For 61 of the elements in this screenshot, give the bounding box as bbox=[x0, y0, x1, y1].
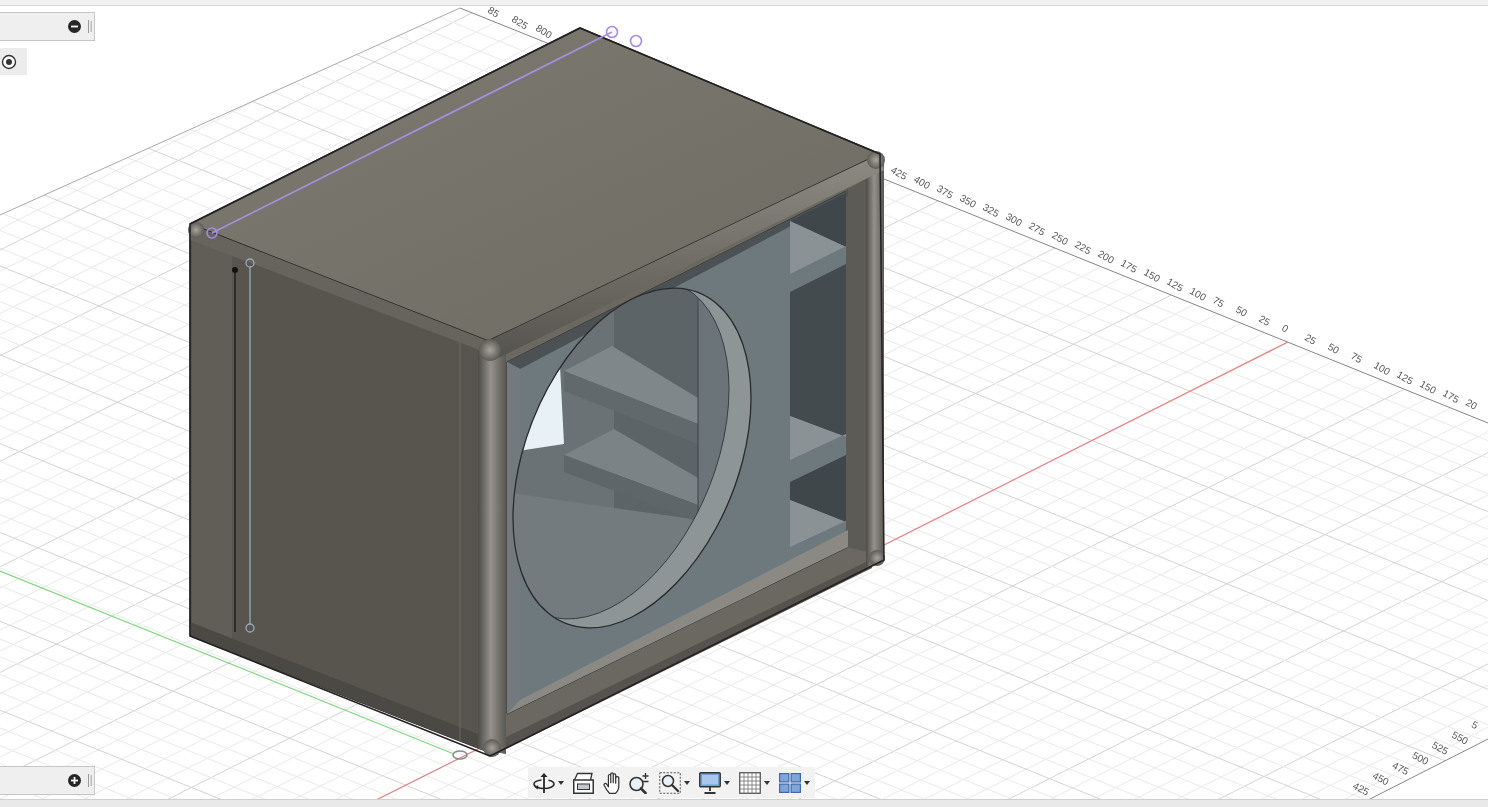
ruler-label: 800 bbox=[533, 22, 554, 41]
orbit-icon[interactable] bbox=[533, 771, 555, 794]
monitor-icon[interactable] bbox=[699, 771, 721, 794]
plus-circle-icon[interactable] bbox=[68, 774, 81, 787]
ruler-label: 25 bbox=[1257, 313, 1273, 329]
ruler-label: 75 bbox=[1349, 350, 1365, 366]
ruler-label: 450 bbox=[1370, 769, 1391, 788]
minus-circle-icon[interactable] bbox=[68, 20, 81, 33]
grip-icon[interactable] bbox=[88, 774, 92, 787]
ruler-label: 175 bbox=[1119, 257, 1139, 276]
ruler-label: 425 bbox=[889, 164, 909, 183]
ruler-label: 150 bbox=[1142, 266, 1162, 285]
ruler-label: 50 bbox=[1326, 340, 1342, 356]
caret-icon[interactable] bbox=[684, 780, 690, 785]
hand-icon[interactable] bbox=[603, 771, 620, 794]
ruler-label: 225 bbox=[1073, 238, 1093, 257]
grip-icon[interactable] bbox=[88, 20, 92, 33]
ruler-label: 325 bbox=[981, 201, 1001, 220]
ruler-label: 200 bbox=[1096, 247, 1116, 266]
grid-icon[interactable] bbox=[739, 771, 761, 794]
ruler-label: 75 bbox=[1211, 294, 1227, 310]
ruler-label: 500 bbox=[1410, 749, 1431, 767]
ruler-label: 20 bbox=[1464, 396, 1480, 412]
ruler-label: 825 bbox=[509, 13, 530, 32]
target-icon[interactable] bbox=[0, 48, 27, 75]
origin-marker-icon bbox=[452, 750, 468, 760]
ruler-label: 550 bbox=[1450, 729, 1470, 747]
ruler-label: 25 bbox=[1303, 331, 1319, 347]
ring-icon bbox=[206, 227, 218, 239]
ruler-label: 85 bbox=[485, 4, 502, 20]
caret-icon[interactable] bbox=[804, 780, 810, 785]
ruler-label: 125 bbox=[1395, 368, 1415, 387]
ruler-label: 275 bbox=[1027, 220, 1047, 238]
ruler-label: 50 bbox=[1234, 303, 1250, 319]
ruler-label: 375 bbox=[935, 182, 955, 201]
ruler-label: 150 bbox=[1418, 378, 1438, 396]
ruler-label: 5 bbox=[1469, 718, 1480, 732]
caret-icon[interactable] bbox=[764, 780, 770, 785]
box-icon[interactable] bbox=[573, 771, 594, 794]
ruler-label: 0 bbox=[1280, 322, 1291, 335]
panes-icon[interactable] bbox=[779, 772, 801, 793]
ruler-label: 350 bbox=[958, 192, 978, 210]
ring-icon bbox=[245, 623, 255, 633]
ruler-label: 525 bbox=[1430, 739, 1451, 757]
ruler-label: 400 bbox=[912, 173, 932, 192]
ring-icon bbox=[605, 25, 619, 39]
caret-icon[interactable] bbox=[558, 780, 564, 785]
ruler-label: 100 bbox=[1188, 285, 1208, 303]
ruler-label: 100 bbox=[1372, 359, 1392, 378]
ring-icon bbox=[629, 34, 643, 48]
ruler-label: 175 bbox=[1441, 387, 1461, 406]
ruler-label: 300 bbox=[1004, 210, 1024, 229]
ruler-label: 250 bbox=[1050, 229, 1070, 248]
ring-icon bbox=[245, 258, 255, 268]
dot-icon bbox=[232, 267, 238, 273]
ruler-label: 425 bbox=[1351, 780, 1371, 798]
caret-icon[interactable] bbox=[724, 780, 730, 785]
ruler-label: 475 bbox=[1390, 759, 1411, 778]
zoom-fit-icon[interactable] bbox=[659, 771, 681, 794]
ruler-label: 125 bbox=[1165, 275, 1185, 294]
zoom-icon[interactable] bbox=[629, 771, 650, 794]
